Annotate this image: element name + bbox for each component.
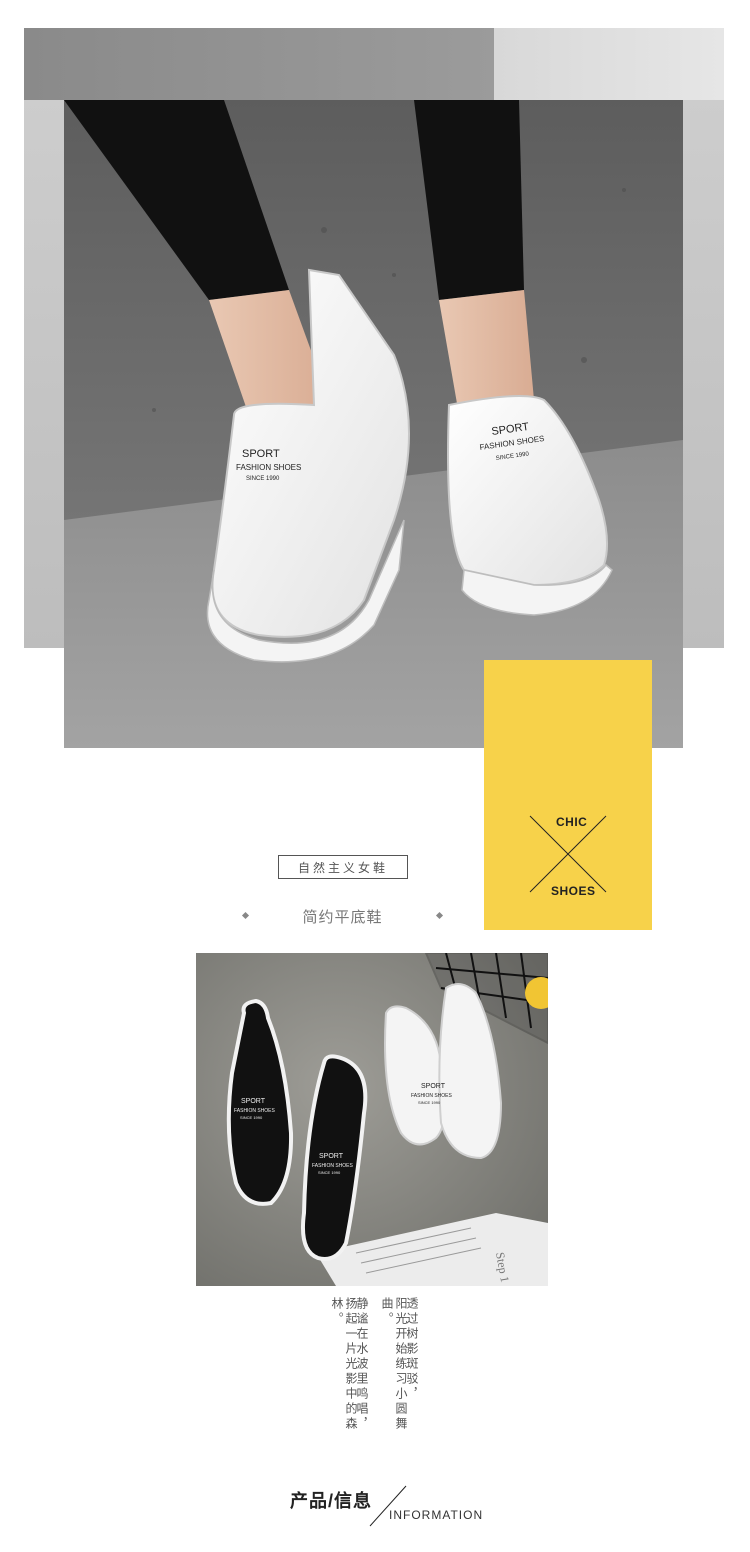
left-shoe-print-1: SPORT bbox=[242, 448, 280, 460]
hero-backdrop-dark-strip bbox=[24, 28, 494, 100]
chic-shoes-tag: CHIC SHOES bbox=[484, 660, 652, 930]
black-shoe2-print-3: SINCE 1990 bbox=[318, 1170, 341, 1175]
section-subheading: INFORMATION bbox=[389, 1508, 484, 1522]
product-photo-pairs: Step 1 SPORT FASHION SHOES SINCE 1990 SP… bbox=[196, 953, 548, 1286]
white-shoe-print-2: FASHION SHOES bbox=[411, 1093, 453, 1099]
tag-shoes-label: SHOES bbox=[551, 884, 596, 898]
poem-block: 透过树影斑驳， 阳光开始练习小圆舞曲。 静谧在水波里鸣唱， 扬起一片光影中的森林… bbox=[330, 1297, 430, 1457]
tag-chic-label: CHIC bbox=[556, 815, 588, 829]
section-heading: 产品/信息 bbox=[290, 1491, 373, 1511]
subtitle-row: 简约平底鞋 bbox=[240, 906, 445, 930]
poem-line-4: 扬起一片光影中的森林。 bbox=[330, 1297, 358, 1432]
white-shoe-print-1: SPORT bbox=[421, 1083, 446, 1090]
black-shoe-print-1: SPORT bbox=[241, 1098, 266, 1105]
hero-backdrop-light-strip bbox=[494, 28, 724, 100]
subtitle-text: 简约平底鞋 bbox=[302, 909, 383, 926]
hero-product-photo: SPORT FASHION SHOES SINCE 1990 SPORT FAS… bbox=[64, 100, 683, 748]
black-shoe2-print-2: FASHION SHOES bbox=[312, 1163, 354, 1169]
left-shoe-print-3: SINCE 1990 bbox=[246, 476, 280, 482]
white-shoe-print-3: SINCE 1990 bbox=[418, 1100, 441, 1105]
black-shoe-print-3: SINCE 1990 bbox=[240, 1115, 263, 1120]
category-badge: 自然主义女鞋 bbox=[278, 855, 408, 879]
black-shoe2-print-1: SPORT bbox=[319, 1153, 344, 1160]
hero-photo-illustration: SPORT FASHION SHOES SINCE 1990 SPORT FAS… bbox=[64, 100, 683, 748]
black-shoe-print-2: FASHION SHOES bbox=[234, 1108, 276, 1114]
pairs-photo-illustration: Step 1 SPORT FASHION SHOES SINCE 1990 SP… bbox=[196, 953, 548, 1286]
left-shoe-print-2: FASHION SHOES bbox=[236, 463, 301, 472]
poem-line-2: 阳光开始练习小圆舞曲。 bbox=[380, 1297, 408, 1432]
